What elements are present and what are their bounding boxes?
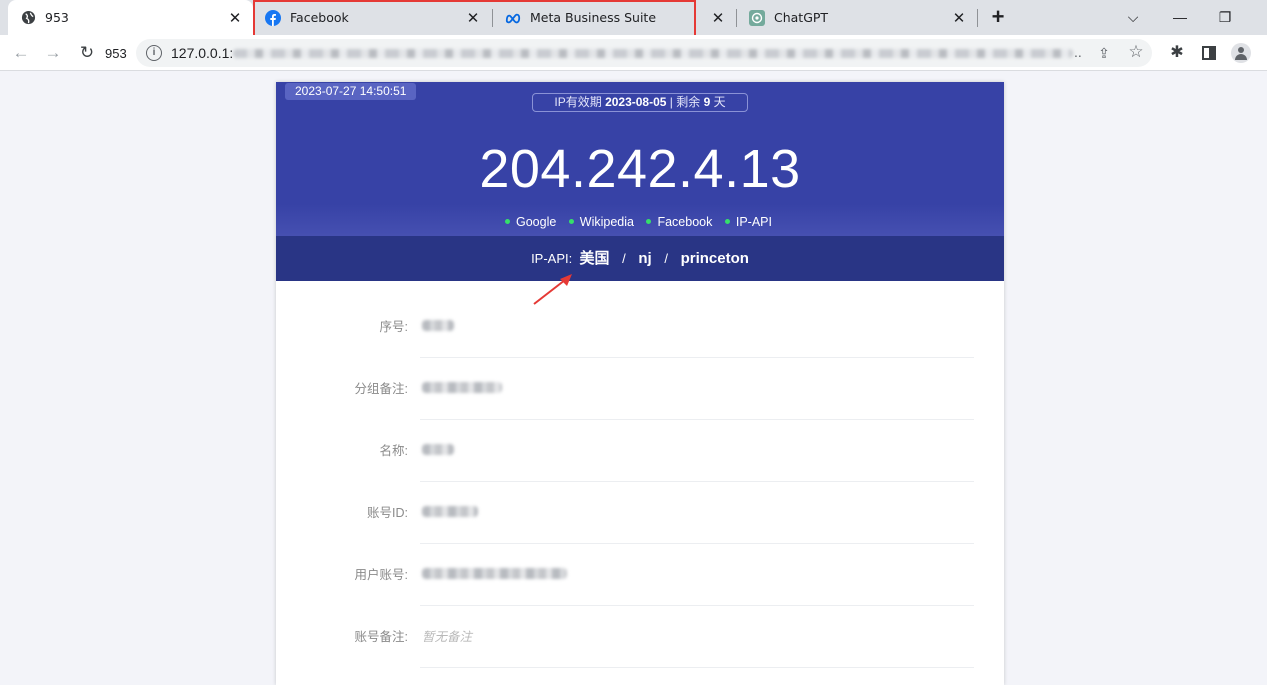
minimize-icon[interactable]: —	[1168, 5, 1192, 29]
field-value-redacted	[422, 506, 478, 517]
field-row-user-account: 用户账号:	[276, 544, 1004, 606]
ip-api-country: 美国	[579, 250, 610, 267]
field-row-name: 名称:	[276, 420, 1004, 482]
tab-title: 953	[45, 10, 69, 25]
close-tab-icon[interactable]: ✕	[710, 10, 726, 27]
close-tab-icon[interactable]: ✕	[465, 10, 481, 27]
tab-separator	[977, 9, 978, 27]
close-tab-icon[interactable]: ✕	[227, 10, 243, 27]
facebook-icon	[265, 9, 281, 26]
site-status-facebook[interactable]: Facebook	[646, 215, 715, 229]
timestamp-badge: 2023-07-27 14:50:51	[285, 83, 417, 100]
profile-avatar-icon[interactable]	[1231, 43, 1251, 63]
validity-date: 2023-08-05	[605, 95, 667, 109]
site-status-google[interactable]: Google	[505, 215, 559, 229]
reload-icon[interactable]: ↻	[76, 42, 98, 64]
tab-meta-business-suite[interactable]: Meta Business Suite ✕	[493, 0, 736, 35]
field-value: 暂无备注	[422, 630, 473, 644]
ip-info-card: 2023-07-27 14:50:51 IP有效期 2023-08-05 | 剩…	[276, 82, 1004, 685]
reload-label: 953	[105, 46, 127, 61]
status-dot-icon	[505, 219, 510, 225]
separator: /	[622, 251, 626, 266]
validity-remaining-label: | 剩余	[666, 95, 704, 109]
field-value-redacted	[422, 320, 454, 331]
meta-icon	[505, 10, 521, 26]
restore-icon[interactable]: ❐	[1213, 5, 1237, 29]
field-label: 名称:	[379, 444, 408, 458]
tab-title: ChatGPT	[774, 10, 829, 25]
ip-api-city: princeton	[680, 250, 749, 267]
ip-api-label: IP-API:	[531, 251, 573, 266]
browser-toolbar: ← → ↻ 953 i 127.0.0.1: .. ⇪ ☆ ✱	[0, 35, 1267, 71]
address-ellipsis: ..	[1074, 44, 1082, 60]
address-text: 127.0.0.1:	[171, 45, 234, 61]
ip-address: 204.242.4.13	[479, 139, 801, 199]
status-dot-icon	[568, 219, 574, 225]
ip-validity-badge: IP有效期 2023-08-05 | 剩余 9 天	[532, 93, 748, 112]
status-dot-icon	[724, 219, 730, 225]
tab-953[interactable]: 953 ✕	[8, 0, 253, 35]
tab-title: Meta Business Suite	[530, 10, 657, 25]
field-label: 用户账号:	[354, 568, 408, 582]
site-status-list: Google Wikipedia Facebook IP-API	[276, 215, 1004, 229]
status-dot-icon	[646, 219, 652, 225]
divider	[420, 667, 974, 668]
field-row-account-id: 账号ID:	[276, 482, 1004, 544]
field-row-serial: 序号:	[276, 296, 1004, 358]
globe-icon	[20, 10, 36, 26]
ip-api-region: nj	[638, 250, 652, 267]
field-label: 分组备注:	[354, 382, 408, 396]
info-icon[interactable]: i	[146, 45, 162, 61]
back-icon[interactable]: ←	[10, 42, 32, 64]
tab-chatgpt[interactable]: ChatGPT ✕	[737, 0, 977, 35]
field-value-redacted	[422, 382, 502, 393]
address-bar[interactable]: i 127.0.0.1: .. ⇪ ☆	[136, 39, 1152, 67]
validity-suffix: 天	[710, 95, 726, 109]
field-value-redacted	[422, 568, 567, 579]
new-tab-button[interactable]: +	[986, 6, 1010, 30]
site-status-ip-api[interactable]: IP-API	[724, 215, 775, 229]
forward-icon[interactable]: →	[42, 42, 64, 64]
separator: /	[664, 251, 668, 266]
ip-hero-panel: 2023-07-27 14:50:51 IP有效期 2023-08-05 | 剩…	[276, 82, 1004, 236]
field-row-group-note: 分组备注:	[276, 358, 1004, 420]
ip-api-location-bar: IP-API: 美国 / nj / princeton	[276, 236, 1004, 281]
tab-title: Facebook	[290, 10, 349, 25]
address-text-redacted	[233, 49, 1073, 58]
bookmark-star-icon[interactable]: ☆	[1126, 42, 1146, 62]
tab-facebook[interactable]: Facebook ✕	[253, 0, 491, 35]
site-status-wikipedia[interactable]: Wikipedia	[568, 215, 637, 229]
extensions-puzzle-icon[interactable]: ✱	[1166, 42, 1188, 64]
field-value-redacted	[422, 444, 454, 455]
close-tab-icon[interactable]: ✕	[951, 10, 967, 27]
side-panel-icon[interactable]	[1198, 42, 1220, 64]
chatgpt-icon	[749, 9, 765, 26]
tab-strip: 953 ✕ Facebook ✕ Meta Business Suite ✕ C…	[0, 0, 1267, 38]
share-icon[interactable]: ⇪	[1094, 43, 1114, 63]
tab-search-icon[interactable]: ⌵	[1121, 5, 1145, 29]
field-label: 账号备注:	[354, 630, 408, 644]
field-label: 账号ID:	[367, 506, 408, 520]
field-row-account-note: 账号备注: 暂无备注	[276, 606, 1004, 668]
validity-prefix: IP有效期	[554, 95, 602, 109]
field-label: 序号:	[379, 320, 408, 334]
